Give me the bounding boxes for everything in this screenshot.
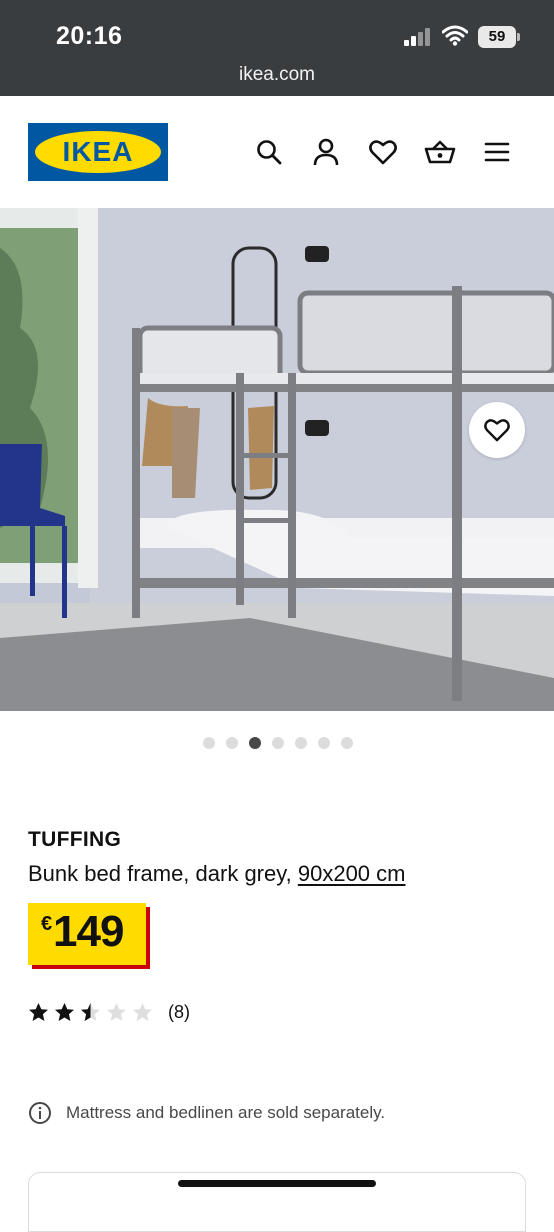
carousel-dot[interactable] (295, 737, 307, 749)
address-bar-url[interactable]: ikea.com (0, 64, 554, 86)
wifi-icon (442, 25, 468, 46)
heart-icon (484, 419, 510, 442)
product-image[interactable] (0, 208, 554, 711)
status-bar: 20:16 59 ikea.com (0, 0, 554, 96)
star-icon (133, 1003, 152, 1021)
product-description: Bunk bed frame, dark grey, 90x200 cm (28, 861, 405, 887)
price-value: 149 (53, 907, 124, 956)
star-icon (55, 1003, 74, 1021)
battery-indicator: 59 (478, 26, 520, 48)
carousel-dot[interactable] (203, 737, 215, 749)
ikea-logo[interactable]: IKEA (28, 123, 168, 181)
product-type: Bunk bed frame, dark grey, (28, 861, 292, 886)
star-icon (81, 1003, 100, 1021)
rating-count[interactable]: (8) (168, 1002, 190, 1023)
info-note: Mattress and bedlinen are sold separatel… (28, 1101, 385, 1125)
star-icon (29, 1003, 48, 1021)
carousel-dot[interactable] (318, 737, 330, 749)
site-header: IKEA (0, 96, 554, 208)
save-to-wishlist-button[interactable] (469, 402, 525, 458)
carousel-dot[interactable] (272, 737, 284, 749)
home-indicator[interactable] (178, 1180, 376, 1187)
star-icon (107, 1003, 126, 1021)
info-note-text: Mattress and bedlinen are sold separatel… (66, 1103, 386, 1122)
carousel-dot[interactable] (249, 737, 261, 749)
search-icon[interactable] (253, 136, 285, 168)
basket-icon[interactable] (424, 136, 456, 168)
price-currency: € (41, 913, 53, 935)
clock: 20:16 (56, 22, 123, 50)
product-name: TUFFING (28, 828, 122, 851)
carousel-dot[interactable] (226, 737, 238, 749)
rating-stars (28, 1002, 158, 1023)
info-icon (29, 1102, 51, 1124)
cellular-signal-icon (404, 28, 434, 46)
menu-icon[interactable] (481, 136, 513, 168)
size-link[interactable]: 90x200 cm (298, 861, 406, 886)
price-tag: € 149 (28, 903, 146, 965)
rating[interactable]: (8) (28, 1002, 190, 1023)
carousel-indicator[interactable] (203, 737, 353, 749)
carousel-dot[interactable] (341, 737, 353, 749)
heart-icon[interactable] (367, 136, 399, 168)
account-icon[interactable] (310, 136, 342, 168)
bunk-bed-photo (0, 208, 554, 711)
